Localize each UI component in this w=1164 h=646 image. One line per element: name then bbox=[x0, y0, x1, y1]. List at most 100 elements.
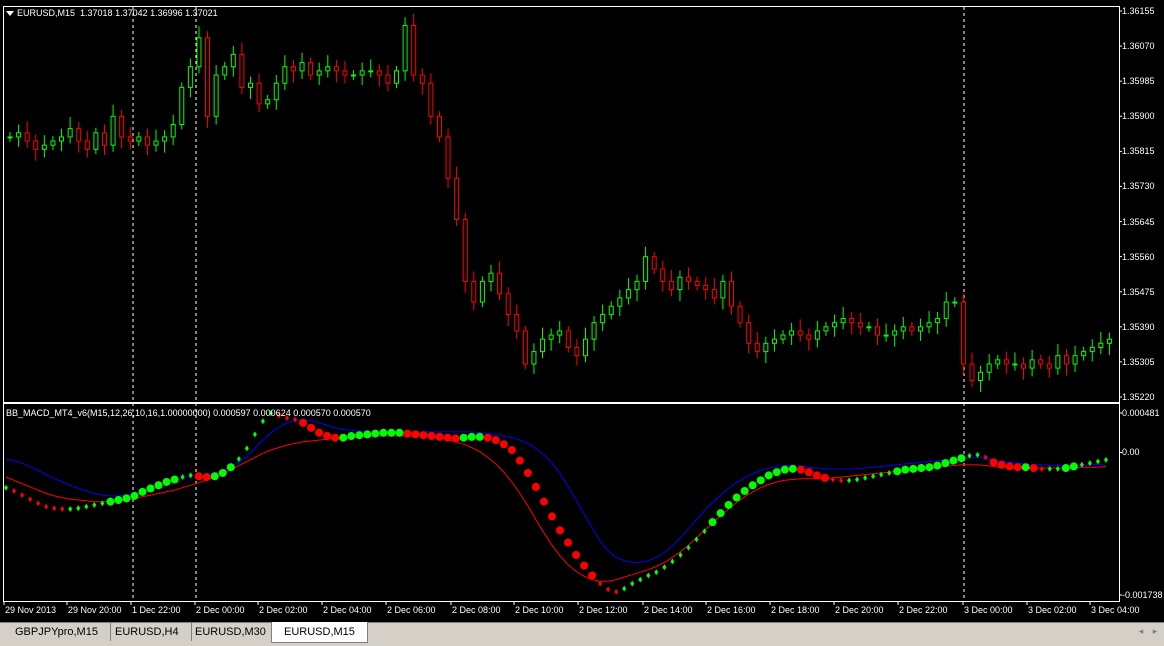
macd-diamond bbox=[244, 445, 249, 452]
candle-body bbox=[419, 74, 425, 84]
candle-body bbox=[763, 342, 769, 353]
macd-dot bbox=[106, 497, 115, 506]
macd-dot bbox=[716, 509, 725, 518]
time-tick-label: 2 Dec 22:00 bbox=[899, 605, 948, 615]
tab-eurusd-m30[interactable]: EURUSD,M30 bbox=[183, 623, 279, 641]
macd-diamond bbox=[252, 431, 257, 438]
candle-body bbox=[162, 136, 168, 142]
collapse-triangle-icon[interactable] bbox=[6, 11, 14, 17]
time-tick-label: 3 Dec 00:00 bbox=[964, 605, 1013, 615]
price-tick-label: 1.35900 bbox=[1122, 111, 1155, 122]
macd-dot bbox=[804, 468, 813, 477]
candle-body bbox=[591, 322, 597, 340]
macd-dot bbox=[941, 459, 950, 468]
candle-body bbox=[746, 322, 752, 344]
ohlc-label: 1.37018 1.37042 1.36996 1.37021 bbox=[80, 8, 218, 18]
chart-window[interactable]: EURUSD,M15 1.37018 1.37042 1.36996 1.370… bbox=[0, 0, 1164, 622]
macd-dot bbox=[580, 561, 589, 570]
candle-body bbox=[909, 326, 915, 332]
candle-body bbox=[883, 334, 889, 337]
macd-dot bbox=[307, 423, 316, 432]
candle-body bbox=[634, 280, 640, 291]
macd-dot bbox=[507, 445, 516, 454]
candle-body bbox=[686, 276, 692, 282]
macd-dot bbox=[531, 482, 540, 491]
macd-diamond bbox=[36, 500, 41, 507]
candle-body bbox=[273, 82, 279, 101]
macd-dot bbox=[917, 464, 926, 473]
time-tick-label: 29 Nov 20:00 bbox=[68, 605, 122, 615]
symbol-label: EURUSD,M15 bbox=[17, 8, 76, 18]
time-tick-label: 2 Dec 04:00 bbox=[323, 605, 372, 615]
macd-diamond bbox=[1047, 465, 1052, 472]
candle-body bbox=[1081, 351, 1087, 357]
macd-dot bbox=[588, 571, 597, 580]
macd-dot bbox=[419, 431, 428, 440]
time-tick-label: 2 Dec 18:00 bbox=[771, 605, 820, 615]
candle-body bbox=[50, 140, 56, 146]
candle-body bbox=[59, 136, 65, 142]
macd-diamond bbox=[670, 558, 675, 565]
candle-body bbox=[728, 280, 734, 307]
indicator-tick-label: -0.001738 bbox=[1122, 590, 1163, 600]
macd-diamond bbox=[1095, 458, 1100, 465]
candle-body bbox=[814, 330, 820, 340]
macd-dot bbox=[483, 433, 492, 442]
macd-dot bbox=[395, 428, 404, 437]
candle-body bbox=[548, 334, 554, 340]
candle-body bbox=[823, 326, 829, 332]
candle-body bbox=[136, 136, 142, 142]
macd-diamond bbox=[863, 474, 868, 481]
symbol-header: EURUSD,M15 1.37018 1.37042 1.36996 1.370… bbox=[6, 8, 218, 19]
candle-body bbox=[119, 115, 125, 138]
macd-diamond bbox=[887, 469, 892, 476]
candle-body bbox=[780, 334, 786, 340]
candle-body bbox=[265, 99, 271, 105]
candle-body bbox=[677, 276, 683, 291]
candle-body bbox=[565, 330, 571, 348]
candle-body bbox=[694, 280, 700, 287]
candle-body bbox=[789, 330, 795, 336]
tab-eurusd-m15[interactable]: EURUSD,M15 bbox=[271, 622, 368, 643]
macd-dot bbox=[435, 432, 444, 441]
chart-canvas[interactable] bbox=[0, 0, 1164, 622]
candle-body bbox=[986, 363, 992, 373]
candle-body bbox=[1098, 342, 1104, 348]
macd-dot bbox=[371, 429, 380, 438]
macd-dot bbox=[796, 465, 805, 474]
scroll-right-icon[interactable]: ▸ bbox=[1150, 627, 1160, 637]
macd-dot bbox=[572, 550, 581, 559]
macd-dot bbox=[194, 472, 203, 481]
candle-body bbox=[196, 37, 202, 68]
price-tick-label: 1.36155 bbox=[1122, 6, 1155, 16]
macd-dot bbox=[901, 465, 910, 474]
macd-dot bbox=[347, 432, 356, 441]
macd-diamond bbox=[1039, 465, 1044, 472]
time-tick-label: 2 Dec 12:00 bbox=[579, 605, 628, 615]
candle-body bbox=[617, 297, 623, 307]
candle-body bbox=[514, 313, 520, 332]
indicator-tick-label: 0.000481 bbox=[1122, 408, 1160, 418]
price-tick-label: 1.35220 bbox=[1122, 392, 1155, 402]
tab-eurusd-h4[interactable]: EURUSD,H4 bbox=[103, 623, 192, 641]
tab-gbpjpypro-m15[interactable]: GBPJPYpro,M15 bbox=[3, 623, 111, 641]
candle-body bbox=[720, 280, 726, 299]
candle-body bbox=[960, 301, 966, 365]
macd-dot bbox=[820, 473, 829, 482]
candle-body bbox=[213, 74, 219, 117]
macd-dot bbox=[122, 494, 131, 503]
scroll-left-icon[interactable]: ◂ bbox=[1136, 627, 1146, 637]
candle-body bbox=[368, 70, 374, 73]
macd-diamond bbox=[614, 588, 619, 595]
macd-dot bbox=[812, 471, 821, 480]
candle-body bbox=[926, 322, 932, 328]
macd-diamond bbox=[52, 505, 57, 512]
macd-dot bbox=[355, 431, 364, 440]
price-tick-label: 1.35645 bbox=[1122, 216, 1155, 227]
time-tick-label: 2 Dec 00:00 bbox=[196, 605, 245, 615]
candle-body bbox=[540, 338, 546, 353]
price-tick-label: 1.35475 bbox=[1122, 286, 1155, 297]
candle-body bbox=[711, 289, 717, 299]
macd-dot bbox=[756, 476, 765, 485]
candle-body bbox=[333, 66, 339, 72]
